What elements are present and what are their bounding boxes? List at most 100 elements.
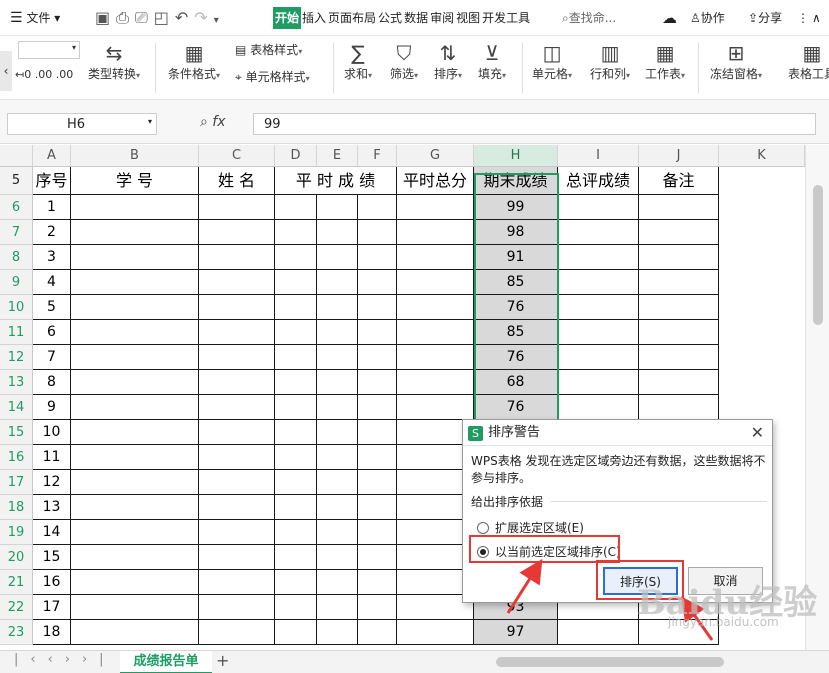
- table-cell[interactable]: [199, 520, 275, 545]
- table-cell[interactable]: [199, 195, 275, 220]
- column-header-F[interactable]: F: [358, 145, 397, 167]
- undo-icon[interactable]: ↶: [175, 0, 188, 36]
- rowcol-button[interactable]: ▥ 行和列▾: [590, 41, 630, 82]
- more-menu-icon[interactable]: ⋮: [797, 0, 809, 36]
- cell-final-score[interactable]: 97: [474, 620, 558, 645]
- table-cell[interactable]: [358, 495, 397, 520]
- row-header[interactable]: 11: [0, 320, 33, 345]
- row-header[interactable]: 20: [0, 545, 33, 570]
- table-cell[interactable]: [199, 320, 275, 345]
- table-style-button[interactable]: ▤ 表格样式▾: [235, 41, 302, 58]
- table-cell[interactable]: [71, 270, 199, 295]
- row-header[interactable]: 13: [0, 370, 33, 395]
- cell-seq[interactable]: 9: [33, 395, 71, 420]
- table-cell[interactable]: [558, 620, 639, 645]
- table-cell[interactable]: [397, 370, 474, 395]
- name-box[interactable]: H6 ▾: [7, 113, 157, 135]
- table-cell[interactable]: [317, 595, 358, 620]
- expand-selection-radio[interactable]: 扩展选定区域(E): [477, 519, 584, 536]
- table-cell[interactable]: [358, 420, 397, 445]
- table-cell[interactable]: [275, 595, 317, 620]
- row-header[interactable]: 18: [0, 495, 33, 520]
- table-cell[interactable]: [397, 620, 474, 645]
- column-header-A[interactable]: A: [33, 145, 71, 167]
- tab-1[interactable]: 插入: [301, 0, 327, 36]
- cell-seq[interactable]: 5: [33, 295, 71, 320]
- table-cell[interactable]: [317, 520, 358, 545]
- table-cell[interactable]: [71, 545, 199, 570]
- cell-seq[interactable]: 11: [33, 445, 71, 470]
- table-cell[interactable]: [358, 620, 397, 645]
- table-cell[interactable]: [358, 470, 397, 495]
- cell-seq[interactable]: 2: [33, 220, 71, 245]
- table-cell[interactable]: [275, 520, 317, 545]
- table-cell[interactable]: [199, 295, 275, 320]
- cell-seq[interactable]: 6: [33, 320, 71, 345]
- cell-final-score[interactable]: 76: [474, 295, 558, 320]
- table-cell[interactable]: [199, 245, 275, 270]
- table-cell[interactable]: [358, 245, 397, 270]
- cell-seq[interactable]: 12: [33, 470, 71, 495]
- row-header[interactable]: 17: [0, 470, 33, 495]
- row-header[interactable]: 12: [0, 345, 33, 370]
- header-cell-c[interactable]: 姓 名: [199, 167, 275, 195]
- column-header-D[interactable]: D: [275, 145, 317, 167]
- table-cell[interactable]: [358, 570, 397, 595]
- header-cell-g[interactable]: 平时总分: [397, 167, 474, 195]
- table-cell[interactable]: [639, 345, 719, 370]
- table-cell[interactable]: [639, 295, 719, 320]
- table-cell[interactable]: [275, 545, 317, 570]
- header-cell-j[interactable]: 备注: [639, 167, 719, 195]
- tab-7[interactable]: 开发工具: [481, 0, 531, 36]
- preview-icon[interactable]: ◰: [154, 0, 169, 36]
- table-cell[interactable]: [358, 395, 397, 420]
- export-icon[interactable]: ⎙: [116, 0, 129, 36]
- table-cell[interactable]: [275, 620, 317, 645]
- table-cell[interactable]: [199, 470, 275, 495]
- row-header[interactable]: 10: [0, 295, 33, 320]
- redo-icon[interactable]: ↷: [194, 0, 207, 36]
- table-cell[interactable]: [71, 245, 199, 270]
- table-cell[interactable]: [317, 570, 358, 595]
- row-header[interactable]: 21: [0, 570, 33, 595]
- table-cell[interactable]: [397, 270, 474, 295]
- cell-style-button[interactable]: ⌖ 单元格样式▾: [235, 68, 310, 85]
- table-cell[interactable]: [358, 345, 397, 370]
- column-header-G[interactable]: G: [397, 145, 474, 167]
- column-header-K[interactable]: K: [719, 145, 805, 167]
- column-header-C[interactable]: C: [199, 145, 275, 167]
- table-cell[interactable]: [358, 370, 397, 395]
- filter-button[interactable]: ⛉ 筛选▾: [390, 41, 418, 82]
- cell-seq[interactable]: 10: [33, 420, 71, 445]
- table-cell[interactable]: [317, 620, 358, 645]
- table-cell[interactable]: [199, 570, 275, 595]
- table-cell[interactable]: [199, 420, 275, 445]
- table-cell[interactable]: [558, 395, 639, 420]
- row-header[interactable]: 7: [0, 220, 33, 245]
- row-header[interactable]: 6: [0, 195, 33, 220]
- table-cell[interactable]: [71, 570, 199, 595]
- table-cell[interactable]: [558, 345, 639, 370]
- sum-button[interactable]: ∑ 求和▾: [344, 41, 372, 82]
- table-cell[interactable]: [275, 445, 317, 470]
- tab-3[interactable]: 公式: [377, 0, 403, 36]
- table-cell[interactable]: [275, 245, 317, 270]
- tab-6[interactable]: 视图: [455, 0, 481, 36]
- row-header[interactable]: 19: [0, 520, 33, 545]
- close-icon[interactable]: ✕: [751, 420, 764, 446]
- table-cell[interactable]: [358, 595, 397, 620]
- cell-seq[interactable]: 15: [33, 545, 71, 570]
- zoom-icon[interactable]: ⌕: [200, 114, 208, 130]
- table-cell[interactable]: [199, 270, 275, 295]
- cell-final-score[interactable]: 85: [474, 320, 558, 345]
- table-cell[interactable]: [639, 195, 719, 220]
- table-cell[interactable]: [358, 195, 397, 220]
- horizontal-scroll-thumb[interactable]: [496, 657, 724, 667]
- table-cell[interactable]: [199, 620, 275, 645]
- scroll-thumb[interactable]: [813, 185, 823, 325]
- table-cell[interactable]: [275, 570, 317, 595]
- row-header[interactable]: 22: [0, 595, 33, 620]
- row-header[interactable]: 8: [0, 245, 33, 270]
- table-cell[interactable]: [558, 370, 639, 395]
- table-cell[interactable]: [397, 220, 474, 245]
